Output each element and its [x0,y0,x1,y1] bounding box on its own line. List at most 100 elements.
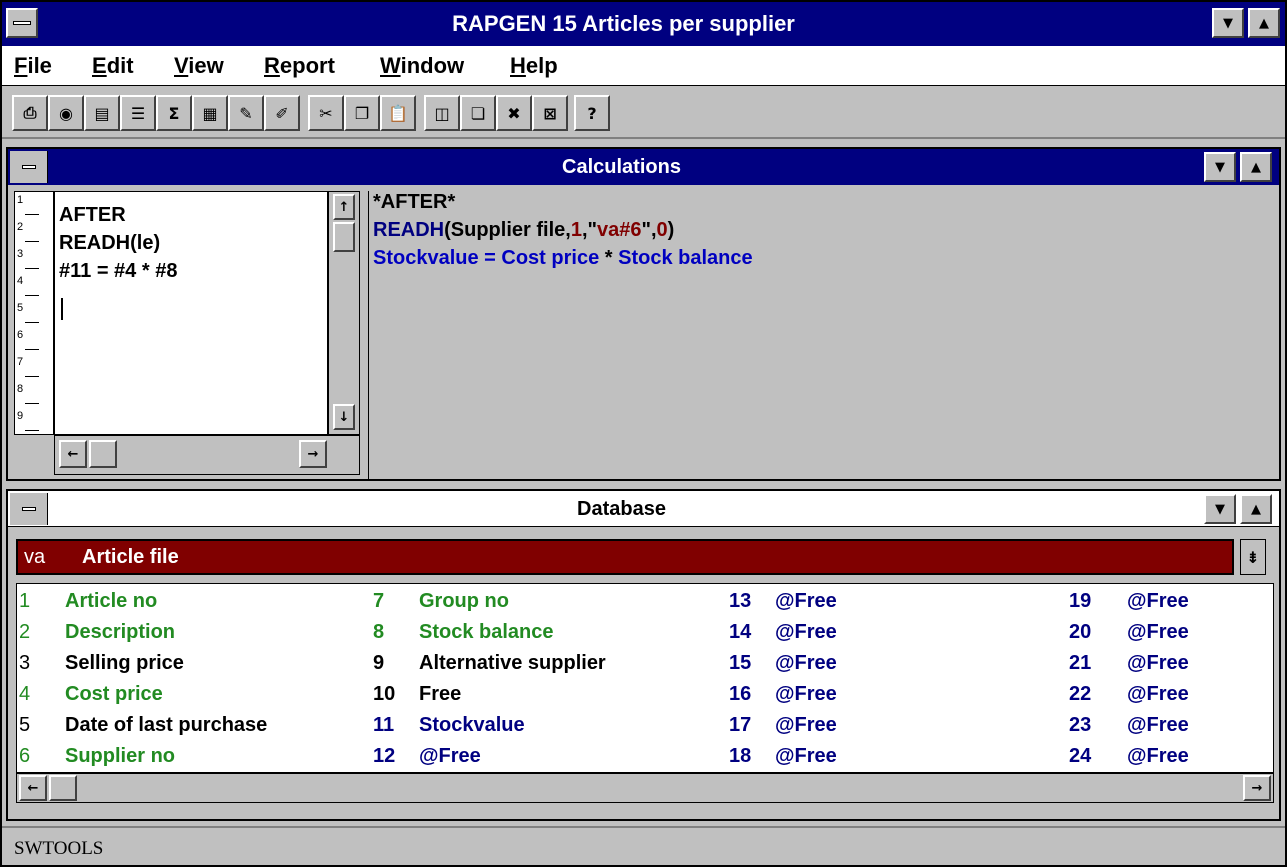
field-name[interactable]: @Free [775,683,837,706]
menu-view[interactable]: View [174,53,224,79]
help-icon: ? [587,103,597,123]
tile-button[interactable]: ◫ [424,95,460,131]
calculations-title-bar[interactable]: Calculations ▼ ▲ [8,149,1279,185]
record-button[interactable]: ◉ [48,95,84,131]
field-name[interactable]: @Free [1127,714,1189,737]
field-name[interactable]: Date of last purchase [65,714,267,737]
line-marker [25,295,39,296]
tile-icon: ◫ [434,103,450,123]
menu-edit[interactable]: Edit [92,53,134,79]
copy-button[interactable]: ❐ [344,95,380,131]
field-number: 3 [19,652,31,674]
edit-form-button[interactable]: ✎ [228,95,264,131]
database-system-menu[interactable] [10,493,48,525]
delete-object-button[interactable]: ✖ [496,95,532,131]
field-name[interactable]: Alternative supplier [419,652,606,675]
sum-icon: Σ [168,103,180,123]
calculation-editor[interactable]: AFTER READH(le) #11 = #4 * #8 [54,191,328,435]
field-name[interactable]: @Free [775,745,837,768]
status-bar: SWTOOLS [2,826,1285,865]
field-name[interactable]: @Free [1127,621,1189,644]
menu-report[interactable]: Report [264,53,335,79]
file-selector[interactable]: va Article file [16,539,1234,575]
file-name: Article file [82,546,179,568]
calculations-maximize-button[interactable]: ▲ [1240,152,1272,182]
list-button[interactable]: ☰ [120,95,156,131]
menu-file[interactable]: File [14,53,52,79]
scroll-left-button[interactable]: ← [19,775,47,801]
pencil-icon: ✐ [275,103,289,123]
field-name[interactable]: @Free [1127,652,1189,675]
field-name[interactable]: Description [65,621,175,644]
field-name[interactable]: @Free [775,590,837,613]
database-minimize-button[interactable]: ▼ [1204,494,1236,524]
line-number: 3 [17,248,24,260]
triangle-up-icon: ▲ [1251,159,1261,175]
scroll-up-button[interactable]: ↑ [333,194,355,220]
scroll-right-button[interactable]: → [1243,775,1271,801]
field-name[interactable]: Stockvalue [419,714,525,737]
pencil-button[interactable]: ✐ [264,95,300,131]
calculator-button[interactable]: ▦ [192,95,228,131]
system-menu-icon [13,21,31,25]
editor-vertical-scrollbar[interactable]: ↑ ↓ [328,191,360,435]
line-marker [25,322,39,323]
field-name[interactable]: @Free [775,621,837,644]
scroll-thumb[interactable] [333,222,355,252]
field-number: 1 [19,590,31,612]
scroll-left-button[interactable]: ← [59,440,87,468]
scroll-thumb[interactable] [49,775,77,801]
preview-line: *AFTER* [373,191,456,213]
scroll-right-button[interactable]: → [299,440,327,468]
field-number: 13 [729,590,752,612]
field-name[interactable]: Group no [419,590,509,613]
edit-form-icon: ✎ [239,103,253,123]
line-number: 7 [17,356,24,368]
cascade-button[interactable]: ❏ [460,95,496,131]
field-name[interactable]: Stock balance [419,621,554,644]
scroll-thumb[interactable] [89,440,117,468]
close-window-button[interactable]: ⊠ [532,95,568,131]
field-name[interactable]: @Free [419,745,481,768]
field-name[interactable]: @Free [1127,590,1189,613]
field-name[interactable]: Supplier no [65,745,175,768]
calculations-system-menu[interactable] [10,151,48,183]
triangle-down-icon: ▼ [1223,15,1233,31]
field-name[interactable]: @Free [775,714,837,737]
field-number: 24 [1069,745,1092,767]
field-number: 16 [729,683,752,705]
system-menu-button[interactable] [6,8,38,38]
field-name[interactable]: Selling price [65,652,184,675]
app-title-bar[interactable]: RAPGEN 15 Articles per supplier ▼ ▲ [2,2,1285,46]
field-name[interactable]: @Free [1127,683,1189,706]
file-selector-arrow[interactable]: ⇟ [1240,539,1266,575]
paste-button[interactable]: 📋 [380,95,416,131]
minimize-button[interactable]: ▼ [1212,8,1244,38]
menu-help[interactable]: Help [510,53,558,79]
menu-window[interactable]: Window [380,53,464,79]
field-name[interactable]: Cost price [65,683,163,706]
calculations-minimize-button[interactable]: ▼ [1204,152,1236,182]
database-maximize-button[interactable]: ▲ [1240,494,1272,524]
field-name[interactable]: @Free [1127,745,1189,768]
help-button[interactable]: ? [574,95,610,131]
field-name[interactable]: Free [419,683,461,706]
maximize-button[interactable]: ▲ [1248,8,1280,38]
scroll-down-button[interactable]: ↓ [333,404,355,430]
field-icon: ▤ [94,103,110,123]
database-title-bar[interactable]: Database ▼ ▲ [8,491,1279,527]
editor-horizontal-scrollbar[interactable]: ← → [54,435,360,475]
field-list-horizontal-scrollbar[interactable]: ← → [16,773,1274,803]
line-number: 4 [17,275,24,287]
field-name[interactable]: Article no [65,590,157,613]
sum-button[interactable]: Σ [156,95,192,131]
field-button[interactable]: ▤ [84,95,120,131]
field-name[interactable]: @Free [775,652,837,675]
paste-icon: 📋 [388,103,408,123]
cut-button[interactable]: ✂ [308,95,344,131]
field-number: 12 [373,745,396,767]
status-text: SWTOOLS [14,838,104,859]
print-button[interactable]: ⎙ [12,95,48,131]
cascade-icon: ❏ [470,103,486,123]
line-number: 5 [17,302,24,314]
